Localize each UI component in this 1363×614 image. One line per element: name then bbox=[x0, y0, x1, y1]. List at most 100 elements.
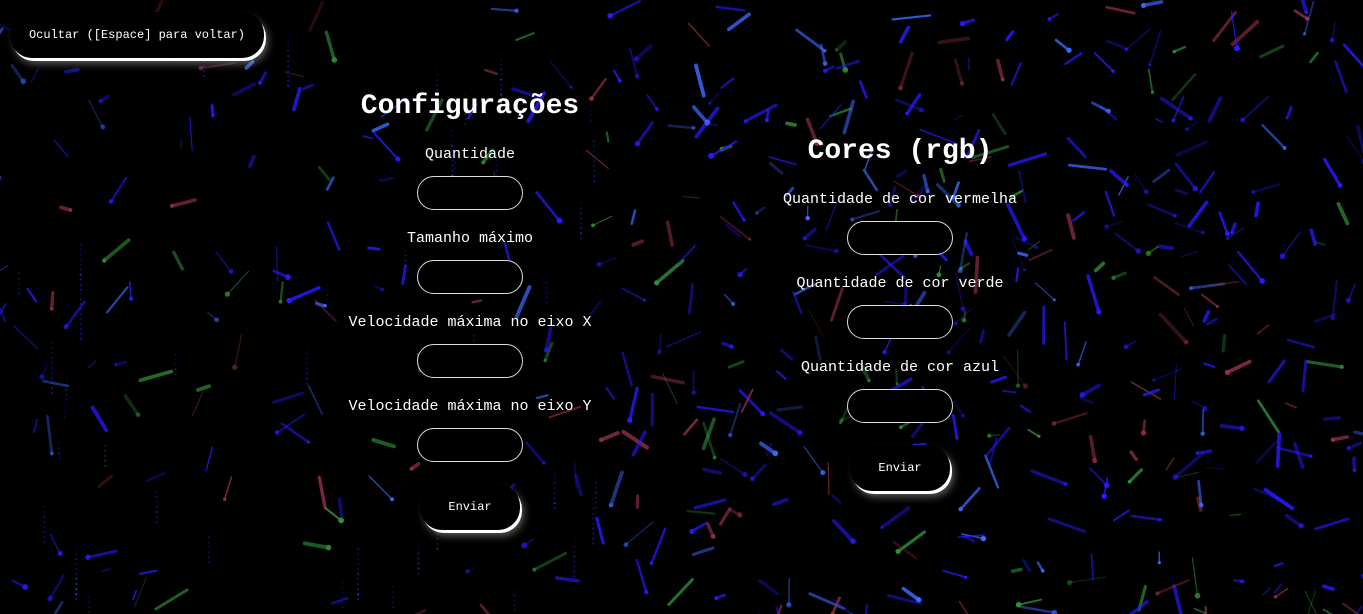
particle-head bbox=[68, 208, 73, 212]
particle-head bbox=[1352, 468, 1356, 473]
particle-trail-dot bbox=[75, 577, 78, 580]
particle-head bbox=[691, 390, 696, 395]
particle-streak bbox=[215, 251, 232, 273]
particle-trail-dot bbox=[357, 558, 360, 561]
particle-trail-dot bbox=[43, 520, 46, 523]
particle-streak bbox=[864, 604, 868, 614]
particle-streak bbox=[732, 201, 746, 222]
particle-trail-dot bbox=[573, 545, 576, 548]
colors-submit-button[interactable]: Enviar bbox=[850, 445, 950, 491]
particle-trail-dot bbox=[287, 35, 290, 38]
particle-streak bbox=[1273, 562, 1284, 568]
config-panel: Configurações Quantidade Tamanho máximo … bbox=[320, 88, 620, 530]
particle-head bbox=[1192, 185, 1199, 192]
particle-streak bbox=[937, 36, 970, 45]
red-amount-input[interactable] bbox=[847, 221, 953, 255]
particle-streak bbox=[1331, 22, 1336, 41]
particle-streak bbox=[1156, 579, 1190, 595]
particle-streak bbox=[292, 86, 302, 112]
particle-streak bbox=[275, 245, 279, 283]
particle-streak bbox=[1172, 584, 1183, 614]
particle-head bbox=[958, 506, 963, 512]
particle-trail-dot bbox=[43, 505, 46, 508]
max-size-label: Tamanho máximo bbox=[406, 230, 534, 247]
particle-head bbox=[214, 317, 220, 323]
particle-streak bbox=[710, 140, 738, 157]
particle-streak bbox=[549, 60, 572, 88]
particle-head bbox=[1047, 17, 1052, 22]
particle-head bbox=[1337, 183, 1343, 188]
particle-streak bbox=[1125, 28, 1151, 51]
particle-trail-dot bbox=[50, 371, 53, 374]
blue-amount-input[interactable] bbox=[847, 389, 953, 423]
particle-trail-dot bbox=[573, 555, 576, 558]
particle-streak bbox=[1276, 446, 1313, 458]
particle-streak bbox=[1261, 123, 1286, 150]
particle-head bbox=[1092, 458, 1098, 464]
particle-streak bbox=[1066, 213, 1076, 240]
particle-trail-dot bbox=[174, 368, 177, 371]
particle-trail-dot bbox=[155, 515, 158, 518]
particle-streak bbox=[1088, 435, 1097, 463]
particle-streak bbox=[1086, 274, 1101, 314]
quantity-input[interactable] bbox=[417, 176, 523, 210]
particle-trail-dot bbox=[79, 318, 82, 321]
particle-streak bbox=[678, 245, 696, 264]
particle-head bbox=[1123, 344, 1129, 350]
particle-streak bbox=[785, 121, 797, 127]
particle-streak bbox=[1191, 557, 1199, 597]
config-submit-button[interactable]: Enviar bbox=[420, 484, 520, 530]
particle-trail-dot bbox=[75, 547, 78, 550]
hide-panels-button[interactable]: Ocultar ([Espace] para voltar) bbox=[10, 12, 264, 58]
particle-head bbox=[306, 440, 311, 444]
particle-streak bbox=[1256, 399, 1281, 434]
particle-trail-dot bbox=[592, 532, 595, 535]
particle-head bbox=[1124, 47, 1128, 52]
particle-head bbox=[128, 296, 134, 301]
max-speed-y-input[interactable] bbox=[417, 428, 523, 462]
particle-streak bbox=[0, 265, 9, 272]
particle-head bbox=[1051, 421, 1057, 426]
particle-streak bbox=[1134, 173, 1147, 193]
particle-head bbox=[1200, 431, 1205, 436]
particle-trail-dot bbox=[79, 248, 82, 251]
particle-streak bbox=[942, 569, 967, 579]
particle-trail-dot bbox=[436, 537, 439, 540]
particle-streak bbox=[1186, 120, 1199, 130]
particle-streak bbox=[248, 154, 256, 168]
particle-head bbox=[708, 101, 712, 105]
particle-head bbox=[1215, 305, 1219, 309]
particle-trail-dot bbox=[75, 572, 78, 575]
max-speed-x-input[interactable] bbox=[417, 344, 523, 378]
green-amount-input[interactable] bbox=[847, 305, 953, 339]
particle-streak bbox=[665, 220, 674, 247]
particle-trail-dot bbox=[79, 308, 82, 311]
particle-streak bbox=[1187, 200, 1209, 228]
particle-streak bbox=[1286, 338, 1315, 349]
particle-stage: Ocultar ([Espace] para voltar) Configura… bbox=[0, 0, 1363, 614]
particle-trail-dot bbox=[357, 553, 360, 556]
particle-head bbox=[880, 525, 884, 529]
particle-streak bbox=[1175, 140, 1208, 157]
particle-streak bbox=[324, 30, 337, 62]
particle-streak bbox=[1347, 283, 1356, 302]
max-size-input[interactable] bbox=[417, 260, 523, 294]
particle-trail-dot bbox=[357, 573, 360, 576]
particle-streak bbox=[1154, 118, 1164, 123]
particle-head bbox=[464, 569, 470, 574]
particle-streak bbox=[1105, 220, 1123, 228]
particle-trail-dot bbox=[436, 74, 439, 77]
particle-head bbox=[1345, 297, 1351, 303]
particle-trail-dot bbox=[513, 599, 516, 602]
particle-streak bbox=[1285, 106, 1293, 120]
particle-streak bbox=[64, 67, 80, 74]
particle-head bbox=[1200, 230, 1205, 235]
particle-streak bbox=[1237, 250, 1264, 283]
particle-streak bbox=[891, 14, 932, 21]
particle-head bbox=[1172, 49, 1176, 54]
particle-head bbox=[1140, 2, 1147, 9]
particle-trail-dot bbox=[174, 363, 177, 366]
particle-trail-dot bbox=[87, 601, 90, 604]
particle-trail-dot bbox=[573, 540, 576, 543]
particle-trail-dot bbox=[500, 53, 503, 56]
